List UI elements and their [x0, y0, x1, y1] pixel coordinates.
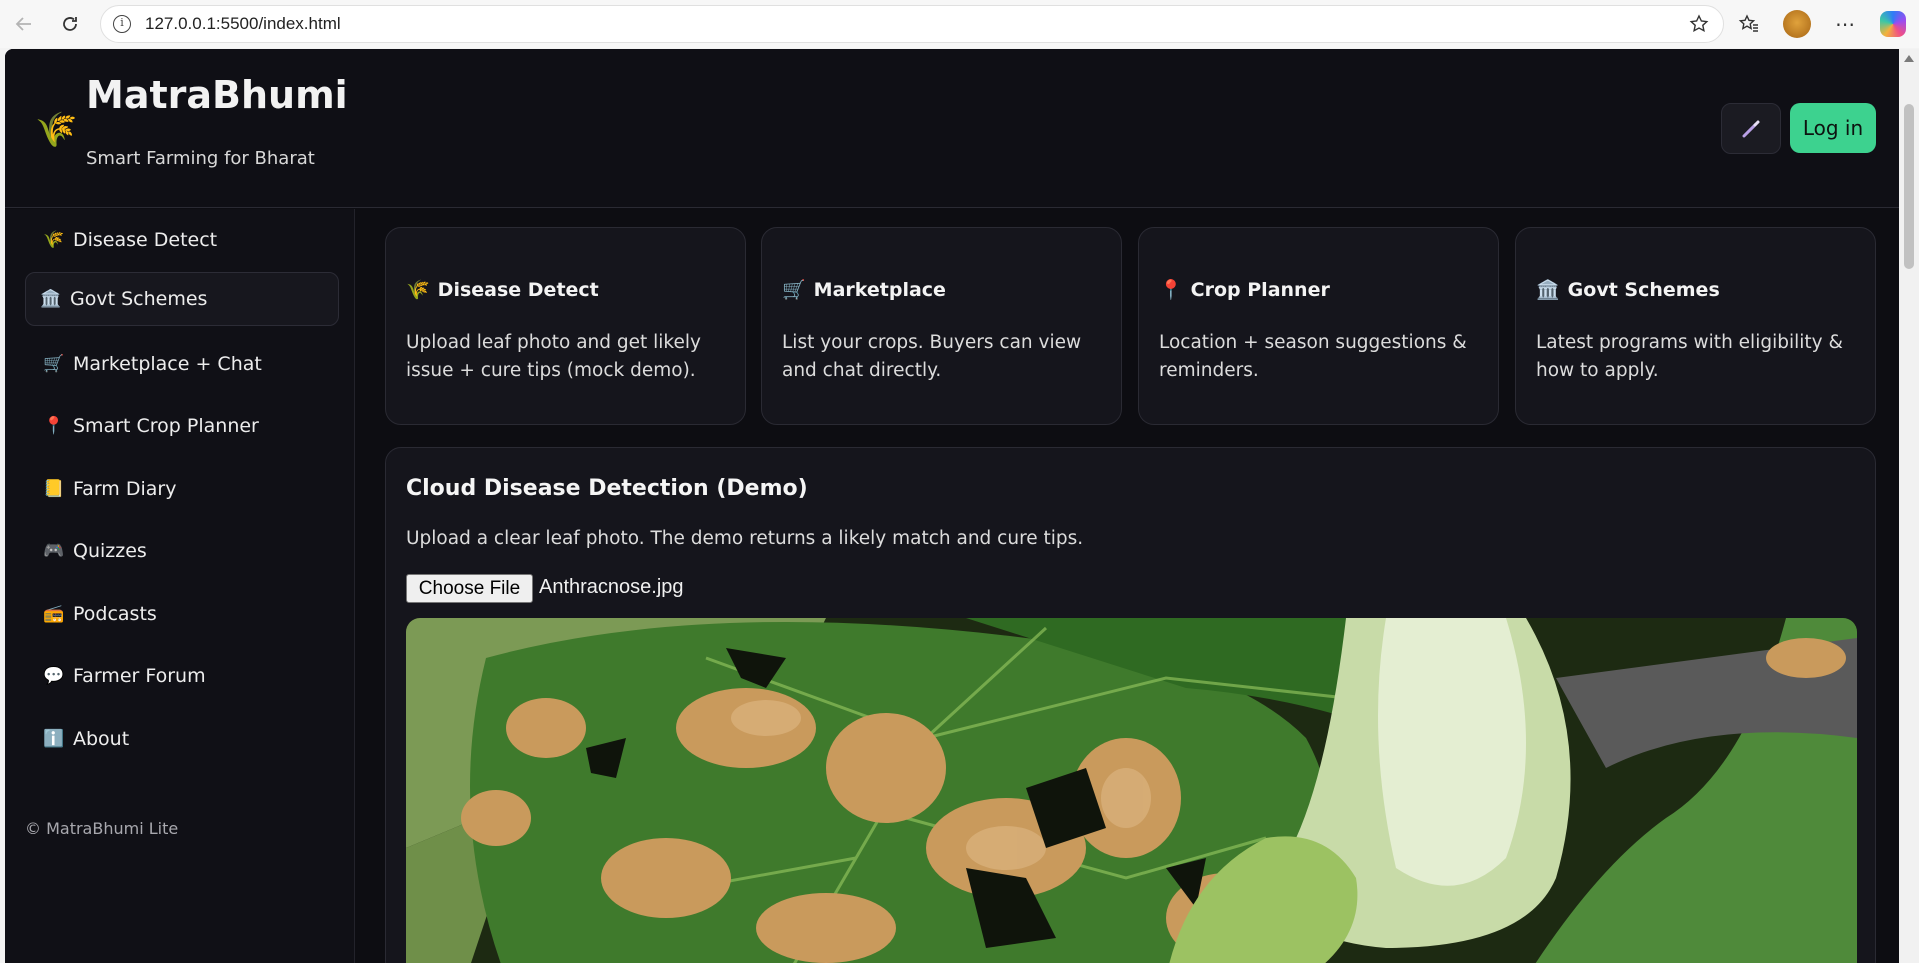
shopping-cart-icon: 🛒 — [43, 354, 65, 374]
panel-title: Cloud Disease Detection (Demo) — [406, 476, 808, 501]
sidebar-item-farm-diary[interactable]: 📒 Farm Diary — [25, 462, 339, 516]
uploaded-leaf-image — [406, 618, 1857, 963]
back-button[interactable] — [4, 4, 44, 44]
sidebar-item-label: Farmer Forum — [73, 665, 206, 687]
sidebar-item-label: Disease Detect — [73, 229, 218, 251]
sidebar-item-marketplace-chat[interactable]: 🛒 Marketplace + Chat — [25, 337, 339, 391]
sidebar-copyright: © MatraBhumi Lite — [25, 819, 179, 838]
address-bar[interactable]: i 127.0.0.1:5500/index.html — [100, 5, 1724, 43]
favorite-star-icon[interactable] — [1689, 14, 1709, 38]
sidebar-item-farmer-forum[interactable]: 💬 Farmer Forum — [25, 649, 339, 703]
sidebar-item-label: Quizzes — [73, 540, 147, 562]
feature-card-govt-schemes[interactable]: 🏛️ Govt Schemes Latest programs with eli… — [1515, 227, 1876, 425]
browser-toolbar: i 127.0.0.1:5500/index.html ⋯ — [0, 0, 1919, 48]
sidebar-item-quizzes[interactable]: 🎮 Quizzes — [25, 524, 339, 578]
card-description: Upload leaf photo and get likely issue +… — [406, 332, 701, 381]
sidebar-item-label: Farm Diary — [73, 478, 177, 500]
disease-detection-panel: Cloud Disease Detection (Demo) Upload a … — [385, 447, 1876, 963]
reload-icon — [63, 17, 77, 31]
card-title-text: Marketplace — [813, 278, 946, 301]
browser-actions: ⋯ — [1731, 0, 1919, 48]
feature-card-crop-planner[interactable]: 📍 Crop Planner Location + season suggest… — [1138, 227, 1499, 425]
card-title: 🛒 Marketplace — [782, 278, 946, 302]
copilot-icon[interactable] — [1875, 6, 1911, 42]
card-title: 🌾 Disease Detect — [406, 278, 599, 302]
wand-icon — [1742, 120, 1760, 137]
reload-button[interactable] — [50, 4, 90, 44]
address-url: 127.0.0.1:5500/index.html — [145, 14, 341, 33]
sidebar: 🌾 Disease Detect 🏛️ Govt Schemes 🛒 Marke… — [5, 209, 355, 963]
classical-building-icon: 🏛️ — [40, 289, 62, 309]
card-description: List your crops. Buyers can view and cha… — [782, 332, 1082, 381]
radio-icon: 📻 — [43, 604, 65, 624]
app-page: 🌾 MatraBhumi Smart Farming for Bharat Lo… — [5, 49, 1899, 963]
map-pin-icon: 📍 — [1159, 279, 1183, 301]
sidebar-item-label: Govt Schemes — [70, 288, 208, 310]
classical-building-icon: 🏛️ — [1536, 279, 1560, 301]
page-scrollbar[interactable] — [1899, 49, 1919, 963]
sidebar-item-label: About — [73, 728, 130, 750]
site-info-icon[interactable]: i — [113, 15, 131, 33]
brand-tagline: Smart Farming for Bharat — [86, 148, 315, 169]
app-header: 🌾 MatraBhumi Smart Farming for Bharat Lo… — [5, 49, 1899, 208]
sidebar-item-label: Podcasts — [73, 603, 157, 625]
notebook-icon: 📒 — [43, 479, 65, 499]
favorites-icon[interactable] — [1731, 6, 1767, 42]
game-controller-icon: 🎮 — [43, 541, 65, 561]
card-description: Location + season suggestions & reminder… — [1159, 332, 1467, 381]
sidebar-item-label: Marketplace + Chat — [73, 353, 262, 375]
selected-file-name: Anthracnose.jpg — [539, 576, 684, 598]
card-title-text: Disease Detect — [437, 278, 599, 301]
card-title: 🏛️ Govt Schemes — [1536, 278, 1720, 302]
wheat-icon: 🌾 — [35, 110, 78, 150]
sidebar-item-label: Smart Crop Planner — [73, 415, 259, 437]
login-button[interactable]: Log in — [1790, 103, 1876, 153]
profile-avatar[interactable] — [1779, 6, 1815, 42]
shopping-cart-icon: 🛒 — [782, 279, 806, 301]
scroll-up-arrow-icon[interactable] — [1904, 55, 1914, 62]
sidebar-item-disease-detect[interactable]: 🌾 Disease Detect — [25, 213, 339, 267]
wheat-icon: 🌾 — [43, 230, 65, 250]
wheat-icon: 🌾 — [406, 279, 430, 301]
info-icon: ℹ️ — [43, 729, 65, 749]
sidebar-item-crop-planner[interactable]: 📍 Smart Crop Planner — [25, 399, 339, 453]
card-title-text: Crop Planner — [1190, 278, 1330, 301]
sidebar-item-podcasts[interactable]: 📻 Podcasts — [25, 587, 339, 641]
feature-card-marketplace[interactable]: 🛒 Marketplace List your crops. Buyers ca… — [761, 227, 1122, 425]
card-title-text: Govt Schemes — [1567, 278, 1720, 301]
feature-card-disease-detect[interactable]: 🌾 Disease Detect Upload leaf photo and g… — [385, 227, 746, 425]
speech-bubble-icon: 💬 — [43, 666, 65, 686]
main-content: 🌾 Disease Detect Upload leaf photo and g… — [356, 209, 1878, 963]
panel-description: Upload a clear leaf photo. The demo retu… — [406, 528, 1084, 549]
choose-file-button[interactable]: Choose File — [406, 574, 533, 603]
map-pin-icon: 📍 — [43, 416, 65, 436]
theme-toggle-button[interactable] — [1721, 103, 1781, 154]
card-description: Latest programs with eligibility & how t… — [1536, 332, 1843, 381]
sidebar-item-govt-schemes[interactable]: 🏛️ Govt Schemes — [25, 272, 339, 326]
back-arrow-icon — [15, 17, 31, 31]
sidebar-item-about[interactable]: ℹ️ About — [25, 712, 339, 766]
card-title: 📍 Crop Planner — [1159, 278, 1330, 302]
more-menu-icon[interactable]: ⋯ — [1827, 6, 1863, 42]
scrollbar-thumb[interactable] — [1904, 104, 1914, 269]
brand-title: MatraBhumi — [86, 73, 348, 117]
